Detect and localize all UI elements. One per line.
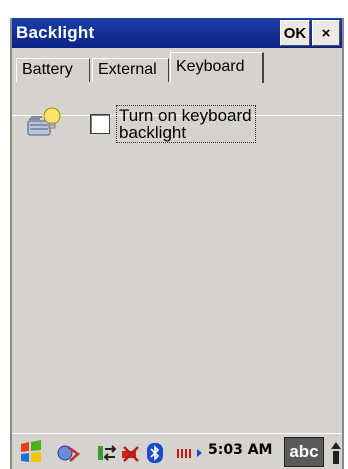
clock[interactable]: 5:03 AM [208,442,272,458]
title-bar: Backlight OK × [12,18,342,48]
sip-keyboard-button[interactable]: abc [284,437,324,467]
tab-strip: Battery External Keyboard [12,52,342,116]
tab-external[interactable]: External [92,58,169,82]
ok-button[interactable]: OK [280,20,310,46]
sync-icon[interactable] [96,442,118,464]
bluetooth-icon[interactable] [146,442,164,464]
taskbar: 5:03 AM abc [12,433,342,469]
tab-battery[interactable]: Battery [16,58,90,82]
keyboard-backlight-icon [27,107,61,136]
keyboard-backlight-checkbox[interactable] [90,114,110,134]
window-title: Backlight [16,23,95,42]
battery-low-icon[interactable] [120,443,142,463]
close-button[interactable]: × [312,20,340,46]
connectivity-icon[interactable] [56,442,82,464]
tab-keyboard[interactable]: Keyboard [170,52,264,83]
keyboard-backlight-label[interactable]: Turn on keyboard backlight [116,105,256,143]
scroll-up-icon[interactable] [330,440,342,466]
signal-icon[interactable] [176,446,206,460]
windows-start-icon[interactable] [18,438,44,466]
backlight-window: Backlight OK × Battery External Keyboard… [10,18,344,469]
keyboard-tab-panel: Turn on keyboard backlight [12,82,342,427]
